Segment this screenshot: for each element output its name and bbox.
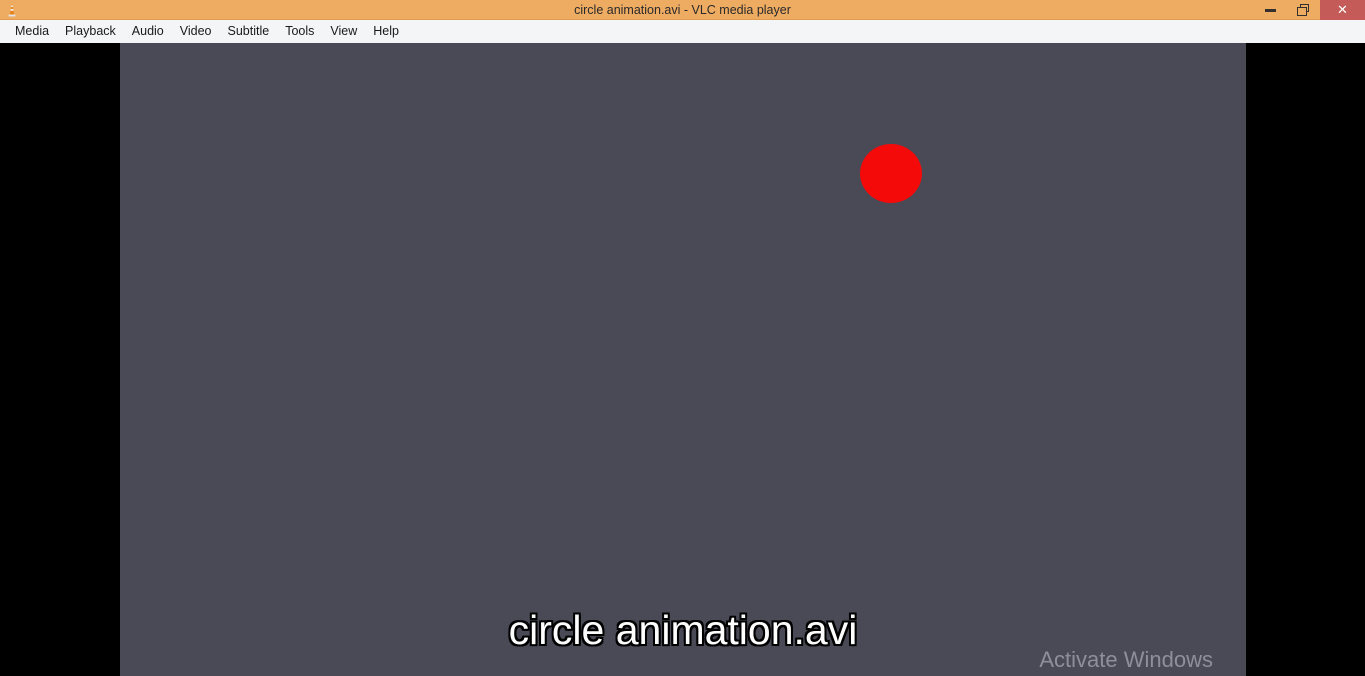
window-controls: ✕ (1254, 0, 1365, 20)
menu-item-tools[interactable]: Tools (277, 22, 322, 41)
menu-item-media[interactable]: Media (7, 22, 57, 41)
vlc-cone-icon (4, 2, 20, 18)
window-title: circle animation.avi - VLC media player (574, 3, 791, 17)
video-stage[interactable]: circle animation.avi Activate Windows (0, 43, 1365, 676)
menu-bar: Media Playback Audio Video Subtitle Tool… (0, 20, 1365, 43)
menu-item-audio[interactable]: Audio (124, 22, 172, 41)
minimize-button[interactable] (1254, 0, 1287, 20)
minimize-icon (1265, 8, 1276, 12)
red-circle-shape (860, 144, 922, 203)
menu-item-view[interactable]: View (322, 22, 365, 41)
close-icon: ✕ (1337, 2, 1348, 18)
title-bar[interactable]: circle animation.avi - VLC media player … (0, 0, 1365, 20)
vlc-media-player-window: circle animation.avi - VLC media player … (0, 0, 1365, 676)
menu-item-subtitle[interactable]: Subtitle (220, 22, 278, 41)
menu-item-playback[interactable]: Playback (57, 22, 124, 41)
restore-icon (1297, 4, 1310, 16)
subtitle-overlay: circle animation.avi (508, 607, 858, 653)
menu-item-help[interactable]: Help (365, 22, 407, 41)
video-surface[interactable]: circle animation.avi Activate Windows (120, 43, 1246, 676)
menu-item-video[interactable]: Video (172, 22, 220, 41)
close-button[interactable]: ✕ (1320, 0, 1365, 20)
restore-button[interactable] (1287, 0, 1320, 20)
